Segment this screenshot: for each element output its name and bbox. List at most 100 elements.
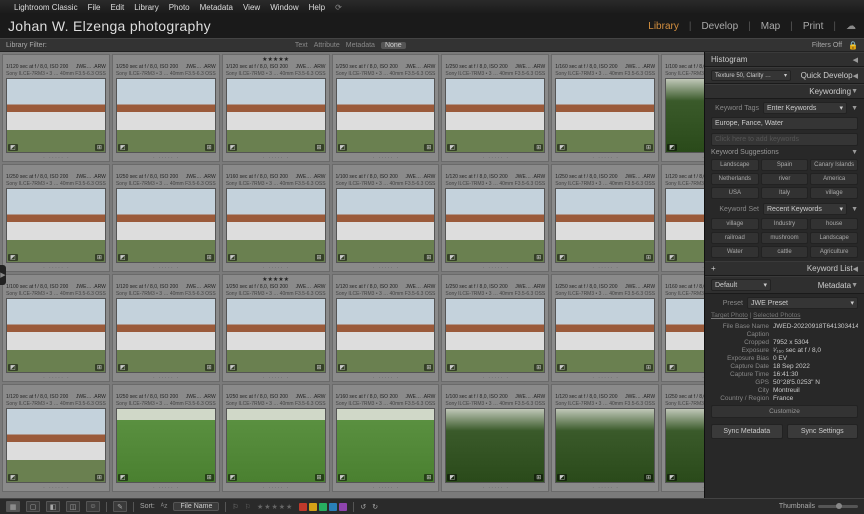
metadata-mode-select[interactable]: Default▾: [711, 279, 771, 291]
badge-icon[interactable]: ◩: [118, 144, 128, 151]
metadata-value[interactable]: ¹⁄₁₆₀ sec at f / 8,0: [773, 347, 858, 354]
grid-cell[interactable]: 1/120 sec at f / 8,0, ISO 200JWE… .ARWSo…: [332, 274, 440, 382]
thumbnail-image[interactable]: ◩⊞: [226, 78, 326, 153]
grid-cell[interactable]: 1/100 sec at f / 8,0, ISO 200JWE… .ARWSo…: [661, 54, 704, 162]
cell-attribute-row[interactable]: · · · · · · ·: [552, 264, 658, 271]
badge-icon[interactable]: ◩: [447, 144, 457, 151]
badge-icon[interactable]: ◩: [118, 254, 128, 261]
thumbnail-image[interactable]: ◩⊞: [336, 408, 436, 483]
thumbnail-image[interactable]: ◩⊞: [116, 188, 216, 263]
badge-icon[interactable]: ⊞: [534, 474, 543, 481]
cell-attribute-row[interactable]: · · · · · · ·: [113, 154, 219, 161]
badge-icon[interactable]: ◩: [118, 474, 128, 481]
metadata-customize-button[interactable]: Customize: [711, 405, 858, 418]
keyword-set-collapse-icon[interactable]: ▼: [851, 206, 858, 213]
compare-view-button[interactable]: ◧: [46, 501, 60, 512]
cell-attribute-row[interactable]: · · · · · · ·: [223, 264, 329, 271]
sync-metadata-button[interactable]: Sync Metadata: [711, 424, 783, 439]
grid-cell[interactable]: 1/160 sec at f / 8,0, ISO 200JWE… .ARWSo…: [661, 274, 704, 382]
grid-cell[interactable]: 1/160 sec at f / 8,0, ISO 200JWE… .ARWSo…: [332, 384, 440, 492]
keyword-chip[interactable]: Spain: [761, 159, 809, 171]
flag-reject-icon[interactable]: ⚐: [245, 503, 251, 511]
badge-icon[interactable]: ⊞: [424, 254, 433, 261]
cell-attribute-row[interactable]: · · · · · · ·: [442, 264, 548, 271]
thumbnail-image[interactable]: ◩⊞: [445, 408, 545, 483]
keyword-chip[interactable]: Industry: [761, 218, 809, 230]
keyword-tags-collapse-icon[interactable]: ▼: [851, 105, 858, 112]
menubar-view[interactable]: View: [243, 3, 260, 12]
survey-view-button[interactable]: ◫: [66, 501, 80, 512]
flag-pick-icon[interactable]: ⚐: [232, 503, 238, 511]
badge-icon[interactable]: ⊞: [315, 144, 324, 151]
grid-cell[interactable]: 1/250 sec at f / 8,0, ISO 200JWE… .ARWSo…: [112, 54, 220, 162]
color-swatch[interactable]: [329, 503, 337, 511]
cell-attribute-row[interactable]: · · · · · · ·: [113, 484, 219, 491]
badge-icon[interactable]: ⊞: [95, 144, 104, 151]
badge-icon[interactable]: ◩: [8, 144, 18, 151]
menubar-photo[interactable]: Photo: [169, 3, 190, 12]
menubar-file[interactable]: File: [88, 3, 101, 12]
badge-icon[interactable]: ⊞: [95, 364, 104, 371]
grid-cell[interactable]: 1/250 sec at f / 8,0, ISO 200JWE… .ARWSo…: [441, 274, 549, 382]
grid-cell[interactable]: 1/120 sec at f / 8,0, ISO 200JWE… .ARWSo…: [441, 164, 549, 272]
grid-cell[interactable]: ★★★★★1/120 sec at f / 8,0, ISO 200JWE… .…: [222, 54, 330, 162]
keyword-chip[interactable]: house: [810, 218, 858, 230]
keyword-set-mode[interactable]: Recent Keywords▾: [763, 203, 847, 215]
panel-metadata[interactable]: Default▾ Metadata▼: [705, 276, 864, 294]
sort-direction-icon[interactable]: ᴬᴢ: [161, 503, 168, 510]
color-swatch[interactable]: [309, 503, 317, 511]
badge-icon[interactable]: ⊞: [315, 254, 324, 261]
thumbnail-image[interactable]: ◩⊞: [6, 78, 106, 153]
left-panel-toggle[interactable]: ▶: [0, 265, 6, 285]
badge-icon[interactable]: ◩: [447, 364, 457, 371]
cell-attribute-row[interactable]: · · · · · · ·: [223, 374, 329, 381]
badge-icon[interactable]: ◩: [557, 364, 567, 371]
module-map[interactable]: Map: [761, 21, 780, 32]
grid-cell[interactable]: 1/100 sec at f / 8,0, ISO 200JWE… .ARWSo…: [332, 164, 440, 272]
keyword-chip[interactable]: railroad: [711, 232, 759, 244]
cell-attribute-row[interactable]: · · · · · · ·: [662, 484, 704, 491]
panel-histogram[interactable]: Histogram◀: [705, 52, 864, 67]
grid-cell[interactable]: 1/250 sec at f / 8,0, ISO 200JWE… .ARWSo…: [112, 384, 220, 492]
badge-icon[interactable]: ◩: [447, 474, 457, 481]
module-develop[interactable]: Develop: [701, 21, 738, 32]
thumbnail-image[interactable]: ◩⊞: [445, 78, 545, 153]
badge-icon[interactable]: ◩: [557, 474, 567, 481]
menubar-edit[interactable]: Edit: [110, 3, 124, 12]
cell-attribute-row[interactable]: · · · · · · ·: [3, 484, 109, 491]
badge-icon[interactable]: ⊞: [95, 474, 104, 481]
grid-cell[interactable]: 1/250 sec at f / 8,0, ISO 200JWE… .ARWSo…: [551, 274, 659, 382]
badge-icon[interactable]: ⊞: [644, 254, 653, 261]
badge-icon[interactable]: ◩: [557, 144, 567, 151]
badge-icon[interactable]: ⊞: [644, 364, 653, 371]
menubar-metadata[interactable]: Metadata: [200, 3, 233, 12]
panel-keywording[interactable]: Keywording▼: [705, 84, 864, 99]
keyword-chip[interactable]: Landscape: [711, 159, 759, 171]
thumbnail-image[interactable]: ◩⊞: [336, 298, 436, 373]
thumbnail-image[interactable]: ◩⊞: [555, 408, 655, 483]
metadata-value[interactable]: 50°28'5.0253" N: [773, 379, 858, 386]
filter-tab-attribute[interactable]: Attribute: [314, 42, 340, 49]
filter-tab-text[interactable]: Text: [295, 42, 308, 49]
badge-icon[interactable]: ⊞: [315, 364, 324, 371]
module-library[interactable]: Library: [648, 21, 679, 32]
grid-cell[interactable]: 1/250 sec at f / 8,0, ISO 200JWE… .ARWSo…: [551, 164, 659, 272]
badge-icon[interactable]: ⊞: [424, 364, 433, 371]
badge-icon[interactable]: ⊞: [205, 474, 214, 481]
thumbnail-image[interactable]: ◩⊞: [336, 78, 436, 153]
thumbnail-image[interactable]: ◩⊞: [116, 78, 216, 153]
badge-icon[interactable]: ⊞: [534, 144, 543, 151]
target-photo-link[interactable]: Target Photo: [711, 312, 748, 319]
badge-icon[interactable]: ◩: [8, 474, 18, 481]
thumbnail-image[interactable]: ◩⊞: [336, 188, 436, 263]
badge-icon[interactable]: ◩: [228, 474, 238, 481]
cell-attribute-row[interactable]: · · · · · · ·: [662, 264, 704, 271]
selected-photos-link[interactable]: Selected Photos: [753, 312, 800, 319]
grid-cell[interactable]: 1/250 sec at f / 8,0, ISO 200JWE… .ARWSo…: [661, 384, 704, 492]
badge-icon[interactable]: ◩: [118, 364, 128, 371]
thumbnail-image[interactable]: ◩⊞: [445, 298, 545, 373]
badge-icon[interactable]: ◩: [338, 474, 348, 481]
badge-icon[interactable]: ⊞: [95, 254, 104, 261]
grid-cell[interactable]: 1/120 sec at f / 8,0, ISO 200JWE… .ARWSo…: [112, 274, 220, 382]
grid-cell[interactable]: 1/120 sec at f / 8,0, ISO 200JWE… .ARWSo…: [2, 384, 110, 492]
